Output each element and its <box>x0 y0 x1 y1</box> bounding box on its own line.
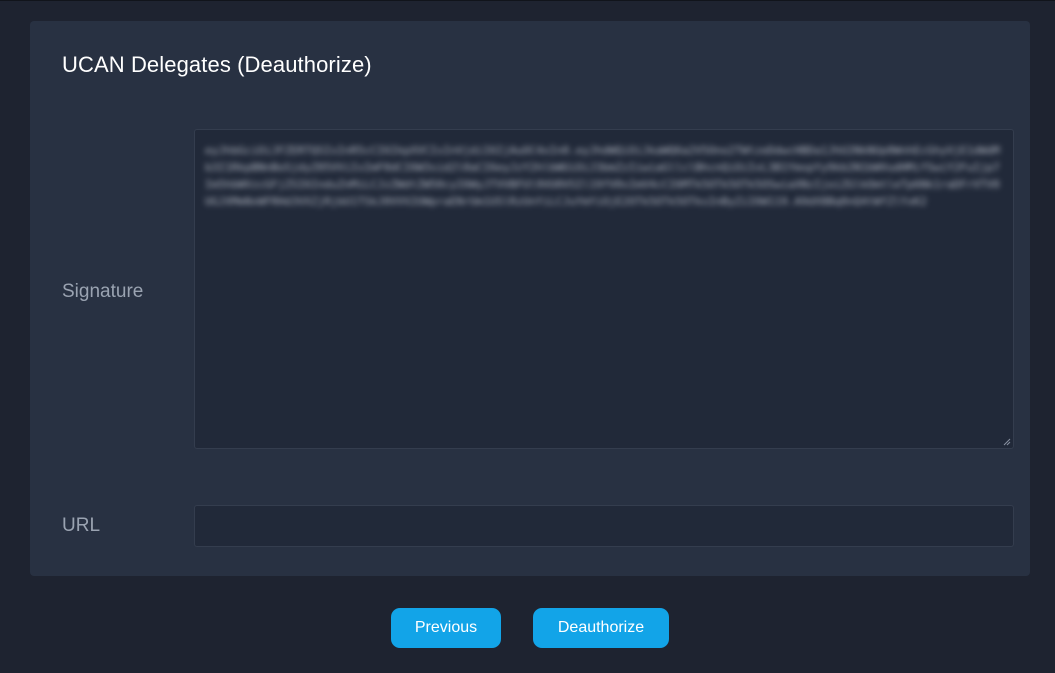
signature-value: eyJhbGciOiJFZERTQSIsInR5cCI6IkpXVCIsInVj… <box>205 144 1000 208</box>
url-label: URL <box>62 515 101 536</box>
window-top-border <box>0 0 1055 1</box>
url-input[interactable] <box>194 505 1014 547</box>
previous-button[interactable]: Previous <box>391 608 501 648</box>
signature-textarea[interactable]: eyJhbGciOiJFZERTQSIsInR5cCI6IkpXVCIsInVj… <box>194 129 1014 449</box>
deauthorize-button[interactable]: Deauthorize <box>533 608 669 648</box>
resize-handle-icon[interactable] <box>1003 438 1011 446</box>
panel-title: UCAN Delegates (Deauthorize) <box>62 52 372 77</box>
signature-label: Signature <box>62 281 144 302</box>
deauthorize-panel: UCAN Delegates (Deauthorize) Signature e… <box>30 21 1030 576</box>
